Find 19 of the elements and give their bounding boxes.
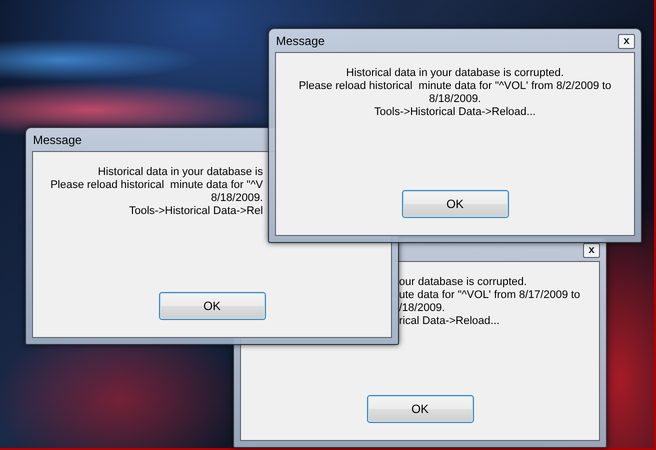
message-text: ute data for "^VOL' from 8/17/2009 to (399, 289, 580, 302)
message-text: Please reload historical minute data for "^VOL' from 8/2/2009 to (298, 80, 612, 93)
message-text: Historical data in your database is (98, 166, 263, 179)
ok-button[interactable]: OK (158, 292, 266, 320)
message-text: Tools->Historical Data->Rel (129, 205, 263, 218)
window-title: Message (32, 132, 82, 146)
ok-button[interactable]: OK (402, 190, 508, 218)
close-button[interactable]: x (618, 34, 635, 49)
message-text: 8/18/2009. (211, 192, 263, 205)
ok-button[interactable]: OK (366, 395, 474, 423)
window-title: Message (275, 34, 325, 48)
message-text: Tools->Historical Data->Reload... (374, 106, 536, 119)
message-text: rical Data->Reload... (399, 315, 500, 328)
close-button[interactable]: x (583, 243, 600, 258)
message-text: 8/18/2009. (429, 93, 481, 106)
message-text: our database is corrupted. (399, 276, 527, 289)
message-text: Please reload historical minute data for "^V (50, 179, 263, 192)
message-text: /18/2009. (399, 302, 445, 315)
message-text: Historical data in your database is corrupted. (346, 67, 564, 80)
